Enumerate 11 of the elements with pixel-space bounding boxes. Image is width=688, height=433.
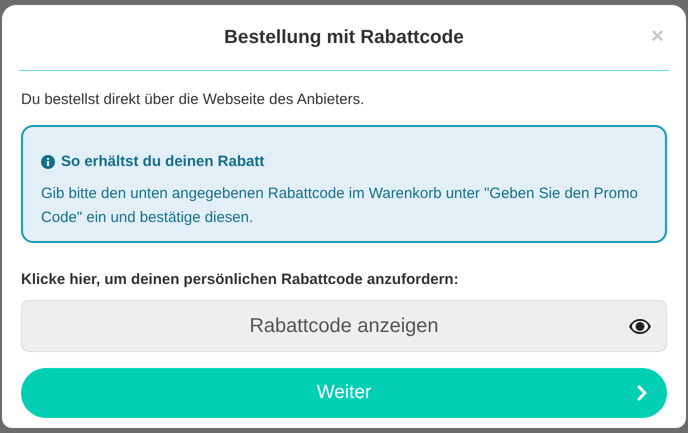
- chevron-right-icon: [637, 385, 647, 401]
- reveal-label: Klicke hier, um deinen persönlichen Rabattcode anzufordern:: [21, 270, 460, 290]
- info-heading: So erhältst du deinen Rabatt: [61, 152, 264, 172]
- continue-button[interactable]: Weiter: [21, 368, 667, 418]
- eye-icon: [628, 318, 652, 335]
- info-icon: [41, 154, 55, 169]
- close-button[interactable]: ×: [651, 25, 664, 47]
- intro-text: Du bestellst direkt über die Webseite des Anbieters.: [21, 90, 366, 110]
- dialog-title: Bestellung mit Rabattcode: [224, 26, 464, 50]
- info-text: Gib bitte den unten angegebenen Rabattcode im Warenkorb unter "Geben Sie den Promo Code" ein und bestätige diesen.: [41, 184, 639, 228]
- reveal-code-button[interactable]: Rabattcode anzeigen: [21, 300, 667, 352]
